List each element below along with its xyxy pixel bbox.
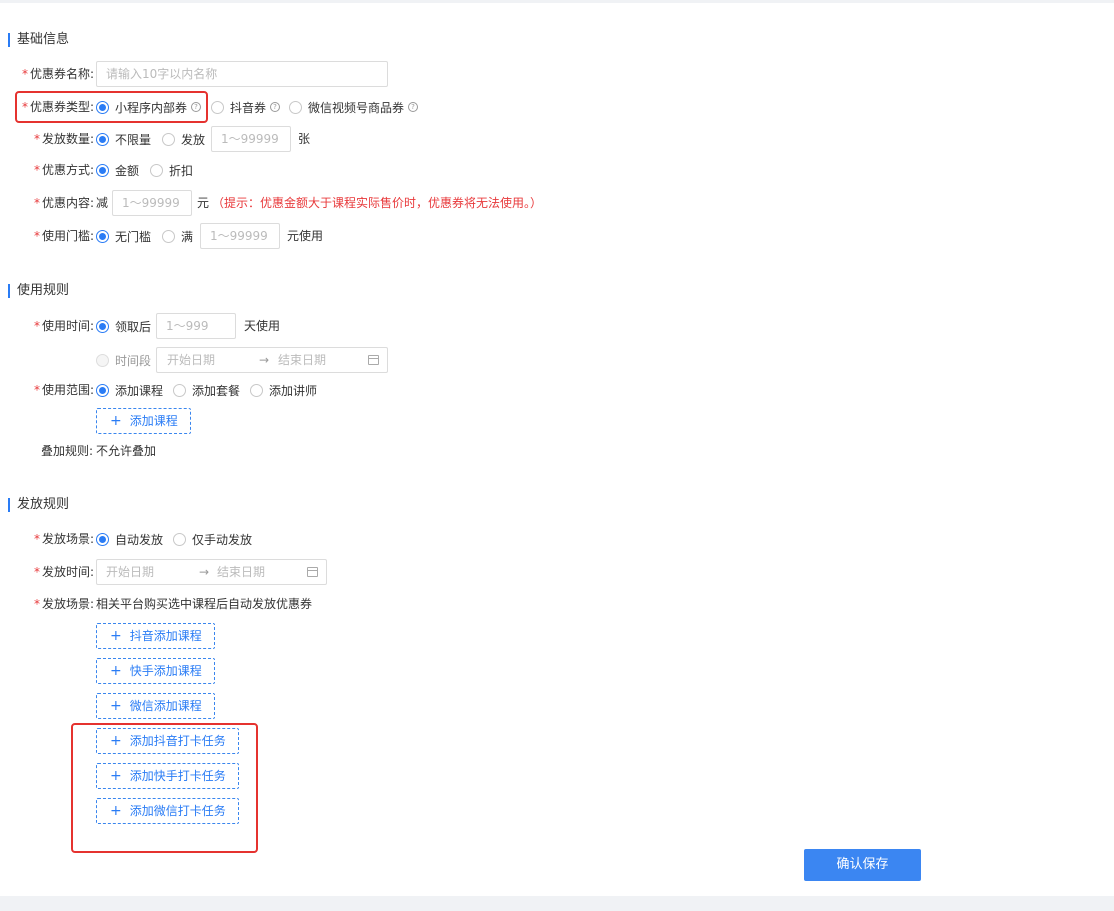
- quantity-radio-unlimited[interactable]: 不限量: [96, 129, 151, 149]
- use-time-radio-range[interactable]: 时间段: [96, 350, 151, 370]
- content-label: * 优惠内容:: [34, 196, 95, 210]
- issue-scene2-label: * 发放场景:: [34, 597, 95, 611]
- issue-time-label: * 发放时间:: [34, 565, 95, 579]
- end-date-placeholder: 结束日期: [217, 565, 266, 579]
- quantity-unit: 张: [298, 132, 311, 146]
- content-amount-input[interactable]: 1～99999: [112, 190, 192, 216]
- plus-icon: +: [110, 663, 122, 679]
- highlight-box-checkin-tasks: [71, 723, 258, 853]
- threshold-radio-full[interactable]: 满: [162, 226, 193, 246]
- scope-label: * 使用范围:: [34, 383, 95, 397]
- threshold-label: * 使用门槛:: [34, 229, 95, 243]
- calendar-icon: [307, 567, 318, 577]
- use-time-radio-after[interactable]: 领取后: [96, 316, 151, 336]
- section-title-issue: 发放规则: [8, 498, 69, 512]
- douyin-add-course-button[interactable]: + 抖音添加课程: [96, 623, 215, 649]
- quantity-label: * 发放数量:: [34, 132, 95, 146]
- end-date-placeholder: 结束日期: [278, 353, 327, 367]
- quantity-radio-issue[interactable]: 发放: [162, 129, 205, 149]
- content-prefix: 减: [96, 196, 109, 210]
- help-icon: ?: [408, 102, 419, 112]
- issue-scene2-value: 相关平台购买选中课程后自动发放优惠券: [96, 597, 313, 611]
- range-arrow: →: [199, 565, 210, 579]
- stack-label: 叠加规则:: [41, 444, 94, 458]
- use-time-label: * 使用时间:: [34, 319, 95, 333]
- coupon-name-label: * 优惠券名称:: [22, 67, 95, 81]
- issue-radio-auto[interactable]: 自动发放: [96, 529, 163, 549]
- quantity-input[interactable]: 1～99999: [211, 126, 291, 152]
- coupon-form-card: 基础信息 * 优惠券名称: 请输入10字以内名称 * 优惠券类型: 小程序内部券? …: [0, 3, 1114, 896]
- method-radio-amount[interactable]: 金额: [96, 160, 139, 180]
- issue-date-range-picker[interactable]: 开始日期 → 结束日期: [96, 559, 327, 585]
- type-radio-douyin[interactable]: 抖音券?: [211, 97, 281, 117]
- scope-radio-package[interactable]: 添加套餐: [173, 380, 240, 400]
- start-date-placeholder: 开始日期: [167, 353, 216, 367]
- plus-icon: +: [110, 628, 122, 644]
- help-icon: ?: [270, 102, 281, 112]
- stack-value: 不允许叠加: [96, 444, 157, 458]
- kuaishou-add-course-button[interactable]: + 快手添加课程: [96, 658, 215, 684]
- use-date-range-picker[interactable]: 开始日期 → 结束日期: [156, 347, 388, 373]
- threshold-radio-none[interactable]: 无门槛: [96, 226, 151, 246]
- issue-radio-manual[interactable]: 仅手动发放: [173, 529, 252, 549]
- threshold-input[interactable]: 1～99999: [200, 223, 280, 249]
- type-radio-wechat-video[interactable]: 微信视频号商品券?: [289, 97, 419, 117]
- range-arrow: →: [259, 353, 270, 367]
- threshold-unit: 元使用: [287, 229, 324, 243]
- issue-scene-label: * 发放场景:: [34, 532, 95, 546]
- calendar-icon: [368, 355, 379, 365]
- scope-radio-teacher[interactable]: 添加讲师: [250, 380, 317, 400]
- highlight-box-coupon-type: [15, 91, 208, 123]
- confirm-save-button[interactable]: 确认保存: [804, 849, 921, 881]
- plus-icon: +: [110, 413, 122, 429]
- method-label: * 优惠方式:: [34, 163, 95, 177]
- start-date-placeholder: 开始日期: [106, 565, 155, 579]
- use-days-unit: 天使用: [244, 319, 281, 333]
- content-hint: （提示：优惠金额大于课程实际售价时，优惠券将无法使用。）: [212, 196, 543, 210]
- wechat-add-course-button[interactable]: + 微信添加课程: [96, 693, 215, 719]
- coupon-name-input[interactable]: 请输入10字以内名称: [96, 61, 388, 87]
- section-title-rules: 使用规则: [8, 284, 69, 298]
- use-days-input[interactable]: 1～999: [156, 313, 236, 339]
- plus-icon: +: [110, 698, 122, 714]
- method-radio-discount[interactable]: 折扣: [150, 160, 193, 180]
- section-title-basic: 基础信息: [8, 33, 69, 47]
- scope-radio-course[interactable]: 添加课程: [96, 380, 163, 400]
- content-unit: 元: [197, 196, 210, 210]
- add-course-button[interactable]: + 添加课程: [96, 408, 191, 434]
